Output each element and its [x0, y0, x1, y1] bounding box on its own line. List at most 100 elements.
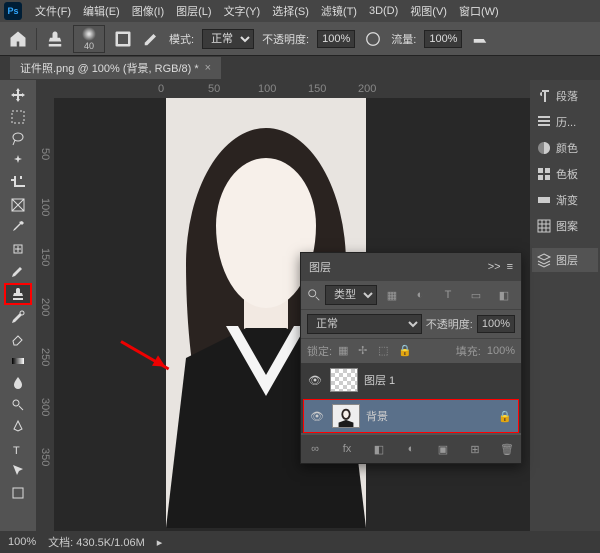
- airbrush-icon[interactable]: [470, 29, 490, 49]
- lock-pixels-icon[interactable]: ▦: [338, 344, 352, 358]
- layer-thumbnail[interactable]: [330, 368, 358, 392]
- panel-gradients[interactable]: 渐变: [532, 188, 598, 212]
- annotation-arrow: [120, 340, 169, 370]
- panel-collapse-icon[interactable]: >>: [488, 261, 501, 273]
- layers-list: 👁 图层 1 👁 背景 🔒: [301, 363, 521, 433]
- brush-size: 40: [84, 41, 94, 51]
- menu-filter[interactable]: 滤镜(T): [316, 1, 362, 21]
- move-tool[interactable]: [4, 84, 32, 106]
- menu-3d[interactable]: 3D(D): [364, 3, 403, 19]
- layer-opacity-value[interactable]: 100%: [477, 315, 515, 333]
- close-icon[interactable]: ×: [205, 62, 211, 74]
- visibility-icon[interactable]: 👁: [308, 374, 324, 387]
- status-chevron-icon[interactable]: ▸: [157, 536, 163, 549]
- layer-thumbnail[interactable]: [332, 404, 360, 428]
- type-tool[interactable]: T: [4, 438, 32, 460]
- blur-tool[interactable]: [4, 372, 32, 394]
- brush-tool[interactable]: [4, 260, 32, 282]
- ruler-horizontal[interactable]: 0 50 100 150 200: [54, 80, 530, 98]
- brush-settings-icon[interactable]: [141, 29, 161, 49]
- layer-name[interactable]: 背景: [366, 408, 388, 424]
- wand-tool[interactable]: [4, 150, 32, 172]
- doc-info[interactable]: 文档: 430.5K/1.06M: [48, 534, 145, 550]
- panel-swatches[interactable]: 色板: [532, 162, 598, 186]
- pen-tool[interactable]: [4, 416, 32, 438]
- layer-item[interactable]: 👁 图层 1: [301, 363, 521, 397]
- clone-stamp-tool[interactable]: [4, 283, 32, 305]
- lock-artboard-icon[interactable]: ⬚: [378, 344, 392, 358]
- menu-view[interactable]: 视图(V): [405, 1, 452, 21]
- menu-type[interactable]: 文字(Y): [219, 1, 266, 21]
- eyedropper-tool[interactable]: [4, 216, 32, 238]
- blend-mode-select[interactable]: 正常: [202, 29, 254, 49]
- tools-panel: T: [0, 80, 36, 531]
- filter-pixel-icon[interactable]: ▦: [384, 288, 400, 302]
- panel-layers-button[interactable]: 图层: [532, 248, 598, 272]
- filter-type-select[interactable]: 类型: [325, 285, 377, 305]
- crop-tool[interactable]: [4, 172, 32, 194]
- svg-text:T: T: [13, 445, 20, 457]
- lock-label: 锁定:: [307, 343, 332, 359]
- fill-value[interactable]: 100%: [487, 345, 515, 357]
- menu-file[interactable]: 文件(F): [30, 1, 76, 21]
- pressure-opacity-icon[interactable]: [363, 29, 383, 49]
- menu-window[interactable]: 窗口(W): [454, 1, 504, 21]
- menu-image[interactable]: 图像(I): [127, 1, 169, 21]
- filter-type-icon[interactable]: T: [440, 288, 456, 302]
- blend-mode[interactable]: 正常: [307, 314, 422, 334]
- home-icon[interactable]: [8, 29, 28, 49]
- layer-name[interactable]: 图层 1: [364, 372, 395, 388]
- path-select-tool[interactable]: [4, 460, 32, 482]
- panel-color[interactable]: 颜色: [532, 136, 598, 160]
- gradient-tool[interactable]: [4, 350, 32, 372]
- panel-paragraph[interactable]: 段落: [532, 84, 598, 108]
- menu-edit[interactable]: 编辑(E): [78, 1, 125, 21]
- heal-tool[interactable]: [4, 238, 32, 260]
- brush-panel-icon[interactable]: [113, 29, 133, 49]
- mask-icon[interactable]: ◧: [371, 441, 387, 457]
- panel-patterns[interactable]: 图案: [532, 214, 598, 238]
- search-icon: [307, 288, 321, 302]
- flow-value[interactable]: 100%: [424, 30, 462, 48]
- brush-preview-icon: [82, 27, 96, 41]
- history-brush-tool[interactable]: [4, 306, 32, 328]
- dodge-tool[interactable]: [4, 394, 32, 416]
- lasso-tool[interactable]: [4, 128, 32, 150]
- app-logo: Ps: [4, 2, 22, 20]
- eraser-tool[interactable]: [4, 328, 32, 350]
- filter-smart-icon[interactable]: ◧: [496, 288, 512, 302]
- ruler-vertical[interactable]: 50 100 150 200 250 300 350: [36, 98, 54, 531]
- right-panel-dock: 段落 历... 颜色 色板 渐变 图案 图层: [530, 80, 600, 531]
- ruler-origin[interactable]: [36, 80, 54, 98]
- options-bar: 40 模式: 正常 不透明度: 100% 流量: 100%: [0, 22, 600, 56]
- filter-shape-icon[interactable]: ▭: [468, 288, 484, 302]
- fx-icon[interactable]: fx: [339, 441, 355, 457]
- lock-position-icon[interactable]: ✢: [358, 344, 372, 358]
- panel-history[interactable]: 历...: [532, 110, 598, 134]
- layers-tab[interactable]: 图层: [309, 257, 331, 277]
- frame-tool[interactable]: [4, 194, 32, 216]
- zoom-level[interactable]: 100%: [8, 536, 36, 548]
- shape-tool[interactable]: [4, 482, 32, 504]
- layer-opacity-label: 不透明度:: [426, 316, 473, 332]
- new-layer-icon[interactable]: ⊞: [467, 441, 483, 457]
- layer-item-background[interactable]: 👁 背景 🔒: [303, 399, 519, 433]
- delete-icon[interactable]: 🗑: [499, 441, 515, 457]
- lock-icon[interactable]: 🔒: [498, 410, 512, 423]
- opacity-label: 不透明度:: [262, 31, 309, 47]
- visibility-icon[interactable]: 👁: [310, 410, 326, 423]
- panel-menu-icon[interactable]: ≡: [507, 261, 513, 273]
- brush-preset[interactable]: 40: [73, 25, 105, 53]
- lock-all-icon[interactable]: 🔒: [398, 344, 412, 358]
- stamp-tool-icon[interactable]: [45, 29, 65, 49]
- group-icon[interactable]: ▣: [435, 441, 451, 457]
- filter-adjust-icon[interactable]: ◐: [412, 288, 428, 302]
- adjustment-icon[interactable]: ◐: [403, 441, 419, 457]
- mode-label: 模式:: [169, 31, 194, 47]
- menu-select[interactable]: 选择(S): [267, 1, 314, 21]
- opacity-value[interactable]: 100%: [317, 30, 355, 48]
- marquee-tool[interactable]: [4, 106, 32, 128]
- link-layers-icon[interactable]: ∞: [307, 441, 323, 457]
- menu-layer[interactable]: 图层(L): [171, 1, 216, 21]
- document-tab[interactable]: 证件照.png @ 100% (背景, RGB/8) * ×: [10, 57, 221, 79]
